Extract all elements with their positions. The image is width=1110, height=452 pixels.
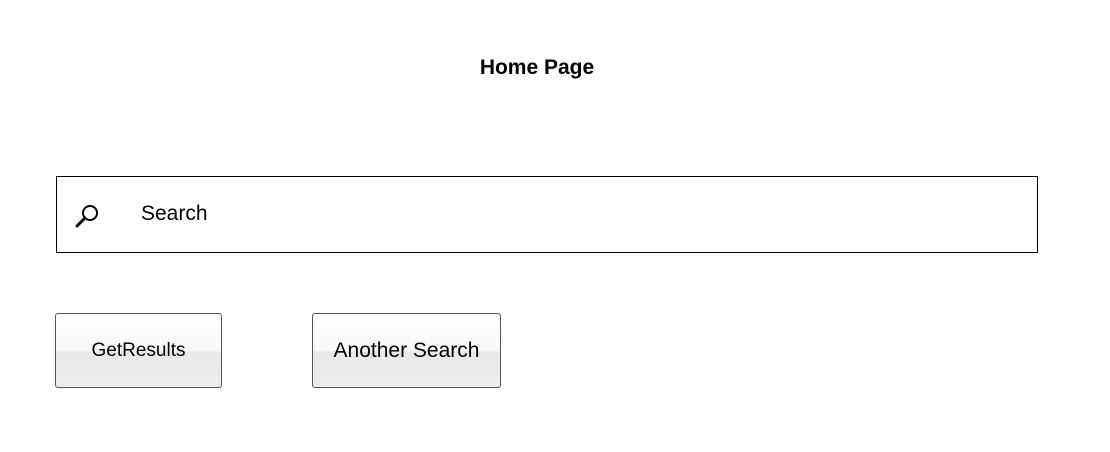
search-icon <box>73 202 101 230</box>
search-input[interactable] <box>141 195 1001 233</box>
another-search-button[interactable]: Another Search <box>312 313 501 388</box>
page-title: Home Page <box>479 56 595 79</box>
home-page: Home Page GetResults Another Search <box>0 0 1110 452</box>
get-results-button[interactable]: GetResults <box>55 313 222 388</box>
search-box[interactable] <box>56 176 1038 253</box>
